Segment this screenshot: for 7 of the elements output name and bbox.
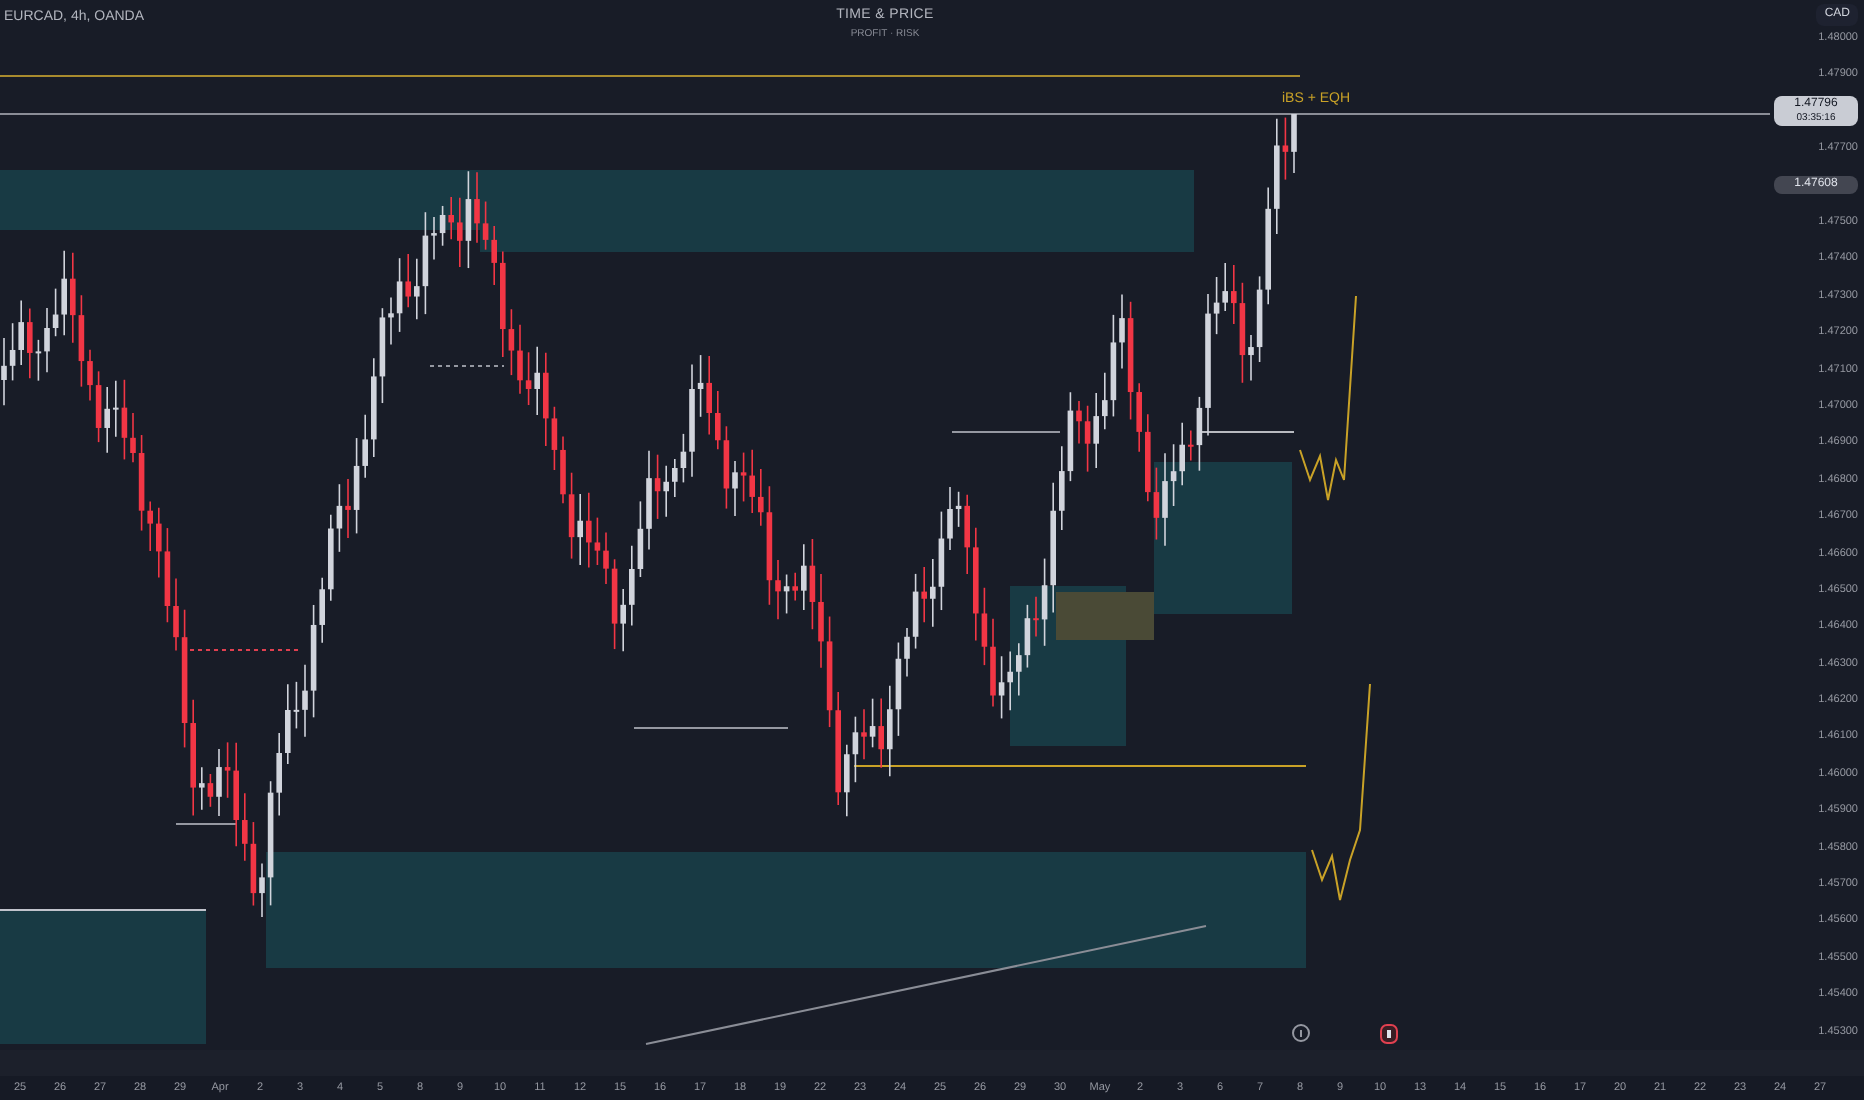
horizontal-line — [951, 431, 1061, 433]
horizontal-line — [1199, 431, 1295, 433]
dashed-line — [429, 365, 505, 367]
dashed-line — [189, 649, 301, 651]
event-icon[interactable] — [1380, 1024, 1398, 1044]
info-icon[interactable] — [1292, 1024, 1310, 1042]
horizontal-line — [175, 823, 237, 825]
